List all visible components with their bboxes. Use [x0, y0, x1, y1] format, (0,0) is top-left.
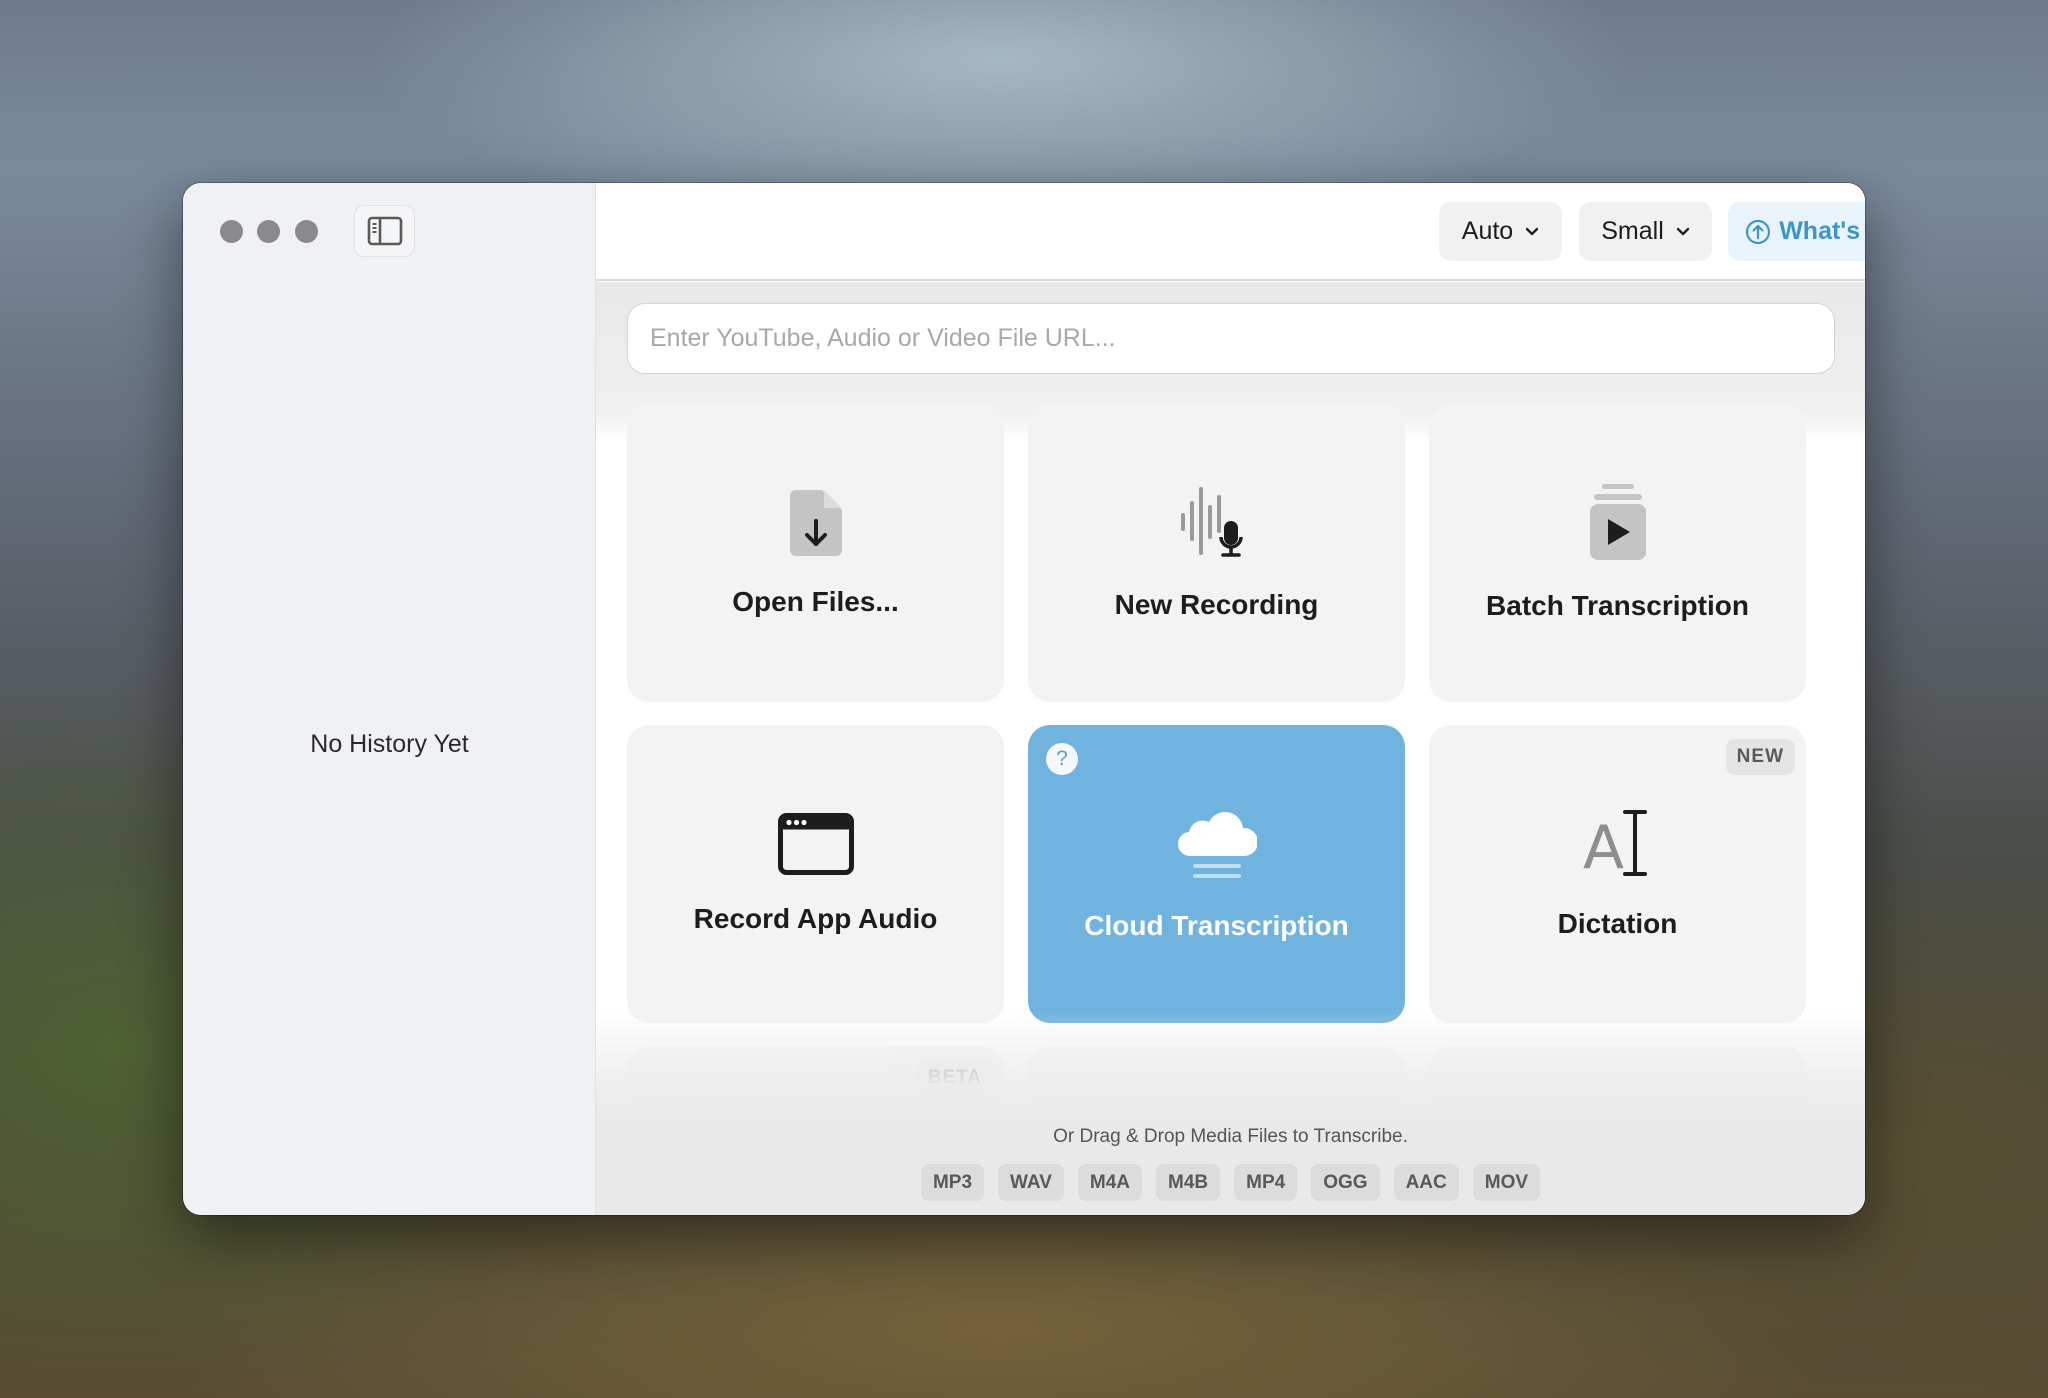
history-sidebar: No History Yet — [183, 183, 596, 1215]
minimize-window-button[interactable] — [257, 220, 280, 243]
cloud-transcription-card[interactable]: ? Cloud Transcription — [1028, 725, 1405, 1023]
dictation-label: Dictation — [1557, 908, 1678, 939]
document-download-icon — [789, 490, 842, 556]
record-app-audio-card[interactable]: Record App Audio — [627, 725, 1004, 1023]
help-icon[interactable]: ? — [1046, 743, 1078, 775]
text-cursor-icon: A — [1583, 810, 1647, 880]
drag-drop-hint: Or Drag & Drop Media Files to Transcribe… — [1053, 1126, 1408, 1147]
batch-transcription-label: Batch Transcription — [1486, 590, 1749, 621]
main-panel: Auto Small What's New? — [596, 183, 1865, 1215]
empty-history-text: No History Yet — [310, 730, 469, 758]
new-recording-label: New Recording — [1114, 589, 1319, 620]
app-window-icon — [777, 813, 854, 875]
open-files-card[interactable]: Open Files... — [627, 404, 1004, 702]
format-badge: MP3 — [920, 1164, 985, 1201]
batch-transcription-card[interactable]: Batch Transcription — [1429, 404, 1806, 702]
cloud-icon — [1177, 812, 1257, 878]
format-badge: M4A — [1077, 1164, 1143, 1201]
format-badge: AAC — [1393, 1164, 1459, 1201]
format-badge: WAV — [998, 1164, 1064, 1201]
format-badge: OGG — [1311, 1164, 1380, 1201]
new-badge: NEW — [1725, 739, 1795, 775]
format-badge: MOV — [1472, 1164, 1541, 1201]
drop-zone[interactable]: Or Drag & Drop Media Files to Transcribe… — [596, 1011, 1865, 1215]
record-app-audio-label: Record App Audio — [693, 903, 938, 934]
app-window: No History Yet Auto Small What's New? — [183, 183, 1865, 1215]
dictation-card[interactable]: NEW A Dictation — [1429, 725, 1806, 1023]
format-badge: MP4 — [1234, 1164, 1298, 1201]
svg-text:A: A — [1583, 813, 1624, 880]
format-badge: M4B — [1156, 1164, 1221, 1201]
open-files-label: Open Files... — [732, 586, 899, 617]
sidebar-toggle-button[interactable] — [354, 205, 415, 257]
close-window-button[interactable] — [220, 220, 243, 243]
waveform-microphone-icon — [1180, 487, 1243, 557]
zoom-window-button[interactable] — [295, 220, 318, 243]
cloud-transcription-label: Cloud Transcription — [1084, 910, 1349, 941]
sidebar-left-icon — [367, 216, 402, 246]
new-recording-card[interactable]: New Recording — [1028, 404, 1405, 702]
supported-formats: MP3 WAV M4A M4B MP4 OGG AAC MOV — [596, 1164, 1865, 1201]
stack-play-icon — [1589, 484, 1646, 560]
